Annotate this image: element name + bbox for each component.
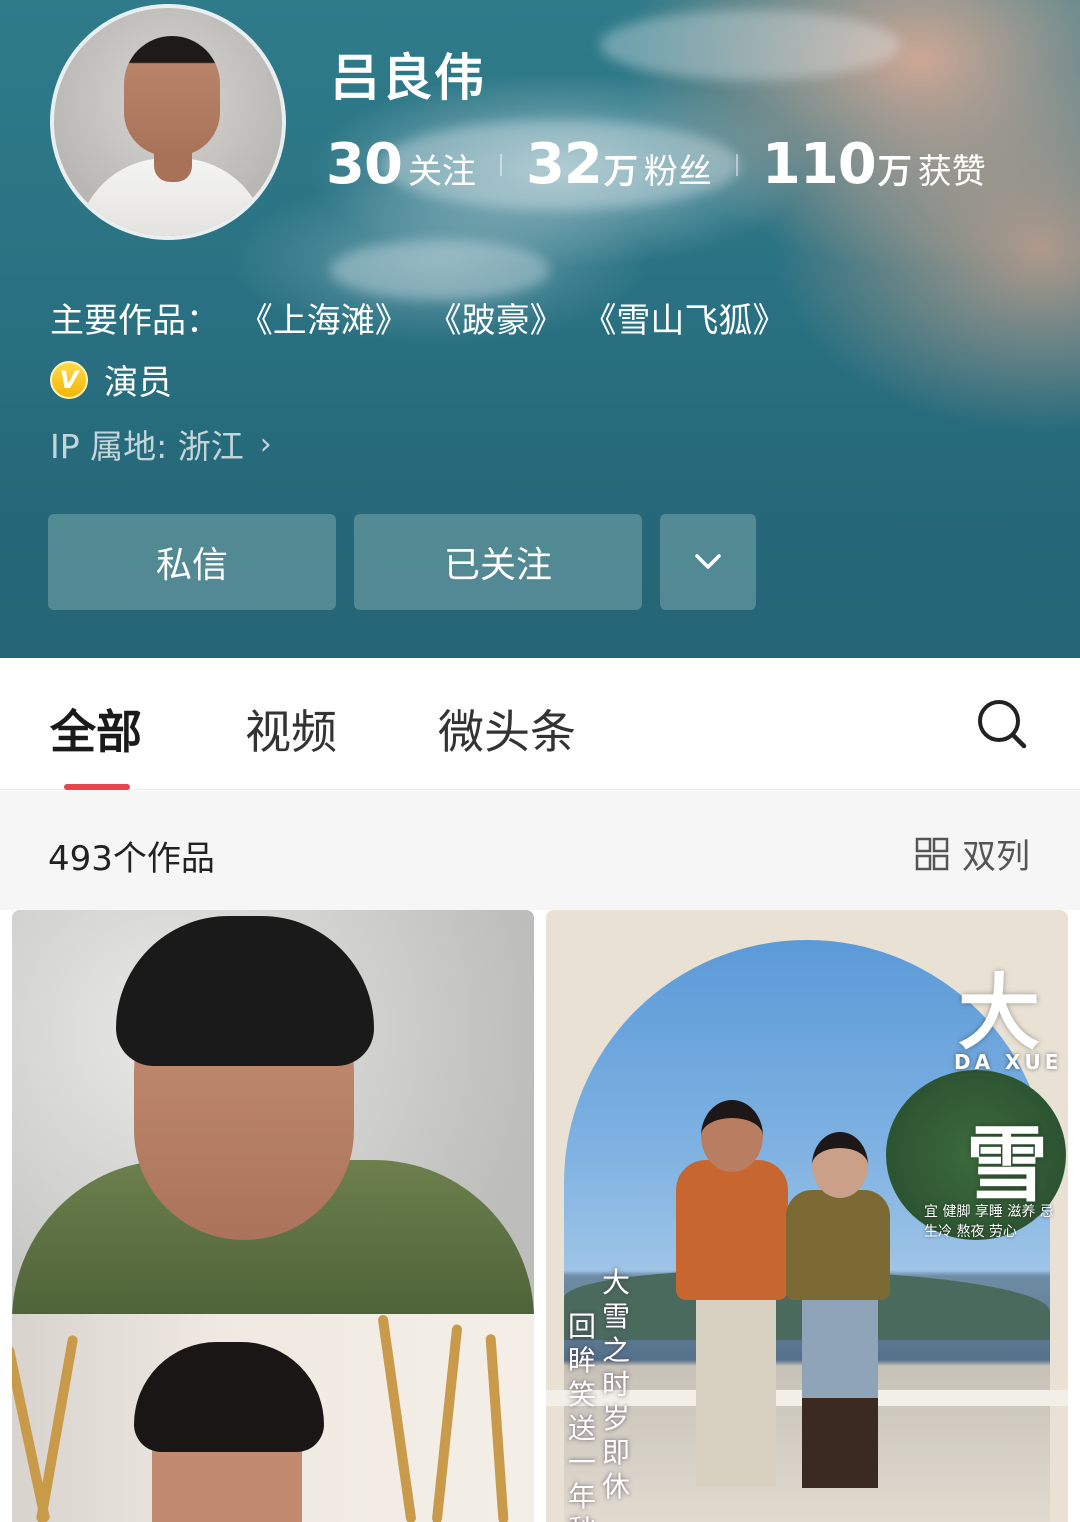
verification-text: 演员 — [104, 363, 172, 403]
layout-toggle-label: 双列 — [962, 837, 1030, 877]
thumbnail-figure-woman — [786, 1190, 890, 1300]
stat-following[interactable]: 30 关注 — [326, 132, 476, 197]
thumbnail-figure-man — [676, 1160, 788, 1300]
message-button[interactable]: 私信 — [48, 514, 336, 610]
thumbnail-caption: 宜 健脚 享睡 滋养 忌 生冷 熬夜 劳心 — [924, 1204, 1054, 1240]
work-thumbnail — [12, 1314, 534, 1522]
stat-divider — [499, 153, 502, 176]
thumbnail-figure-man — [696, 1296, 776, 1486]
verification-row: V 演员 — [50, 355, 172, 404]
grid-layout-icon — [915, 837, 949, 870]
works-bar: 493个作品 双列 — [0, 791, 1080, 910]
ip-location[interactable]: IP 属地: 浙江 › — [50, 420, 272, 468]
stat-likes-count: 110 — [761, 132, 877, 197]
wheat-decoration — [431, 1324, 463, 1522]
thumbnail-title: 雪 — [966, 1117, 1049, 1213]
layout-toggle-button[interactable]: 双列 — [914, 829, 1030, 878]
stat-fans-unit: 万 — [603, 152, 638, 192]
work-card[interactable]: 大 DA XUE 雪 宜 健脚 享睡 滋养 忌 生冷 熬夜 劳心 大雪之时岁即休… — [546, 910, 1068, 1522]
thumbnail-title: 大 — [958, 965, 1041, 1061]
profile-header: 吕良伟 30 关注 32万 粉丝 110万 获赞 主要作品： 《上海滩》 《跛豪》 《… — [0, 0, 1080, 658]
profile-name: 吕良伟 — [330, 49, 486, 107]
avatar-face — [124, 36, 220, 156]
works-count: 493个作品 — [48, 839, 215, 879]
thumbnail-figure-man — [701, 1100, 763, 1172]
main-work-item: 《雪山飞狐》 — [582, 301, 787, 341]
thumbnail-figure-hair — [134, 1342, 324, 1452]
wheat-decoration — [377, 1314, 417, 1522]
profile-stats: 30 关注 32万 粉丝 110万 获赞 — [326, 132, 986, 197]
following-button[interactable]: 已关注 — [354, 514, 642, 610]
header-background-wave — [330, 240, 550, 300]
stat-fans[interactable]: 32万 粉丝 — [526, 132, 712, 197]
stat-likes-label: 获赞 — [917, 152, 986, 192]
content-tabs: 全部 视频 微头条 — [0, 658, 1080, 790]
stat-fans-label: 粉丝 — [643, 152, 712, 192]
thumbnail-figure-woman — [812, 1132, 868, 1198]
thumbnail-figure-woman — [802, 1298, 878, 1398]
main-work-item: 《上海滩》 — [238, 301, 409, 341]
verified-v-icon: V — [50, 360, 88, 399]
stat-likes-unit: 万 — [877, 152, 912, 192]
thumbnail-poem-line: 大雪之时岁即休 — [602, 1266, 631, 1503]
stat-following-label: 关注 — [407, 152, 476, 192]
work-thumbnail — [12, 910, 534, 1320]
more-options-button[interactable] — [660, 514, 756, 610]
main-works: 主要作品： 《上海滩》 《跛豪》 《雪山飞狐》 — [50, 293, 794, 342]
stat-fans-count: 32 — [525, 132, 603, 197]
tab-all[interactable]: 全部 — [50, 696, 142, 762]
tab-micro-headlines[interactable]: 微头条 — [438, 696, 576, 762]
thumbnail-subtitle: DA XUE — [954, 1050, 1063, 1074]
chevron-down-icon — [695, 554, 721, 569]
avatar[interactable] — [50, 4, 286, 240]
thumbnail-figure-woman — [802, 1398, 878, 1488]
thumbnail-figure-hair — [116, 916, 374, 1066]
thumbnail-poem-line: 回眸笑送一年愁 — [568, 1310, 597, 1522]
search-icon — [978, 700, 1027, 749]
search-button[interactable] — [976, 698, 1028, 750]
ip-location-text: IP 属地: 浙江 — [50, 427, 244, 466]
header-background-wave — [600, 10, 900, 80]
work-card[interactable] — [12, 910, 534, 1522]
wheat-decoration — [485, 1333, 509, 1522]
main-work-item: 《跛豪》 — [427, 301, 564, 341]
stat-following-count: 30 — [326, 132, 403, 197]
stat-likes[interactable]: 110万 获赞 — [762, 132, 986, 197]
chevron-right-icon: › — [259, 426, 272, 462]
wheat-decoration — [35, 1334, 79, 1522]
tab-video[interactable]: 视频 — [245, 696, 337, 762]
active-tab-indicator — [64, 784, 130, 790]
stat-divider — [735, 153, 738, 176]
main-works-label: 主要作品： — [50, 301, 220, 341]
